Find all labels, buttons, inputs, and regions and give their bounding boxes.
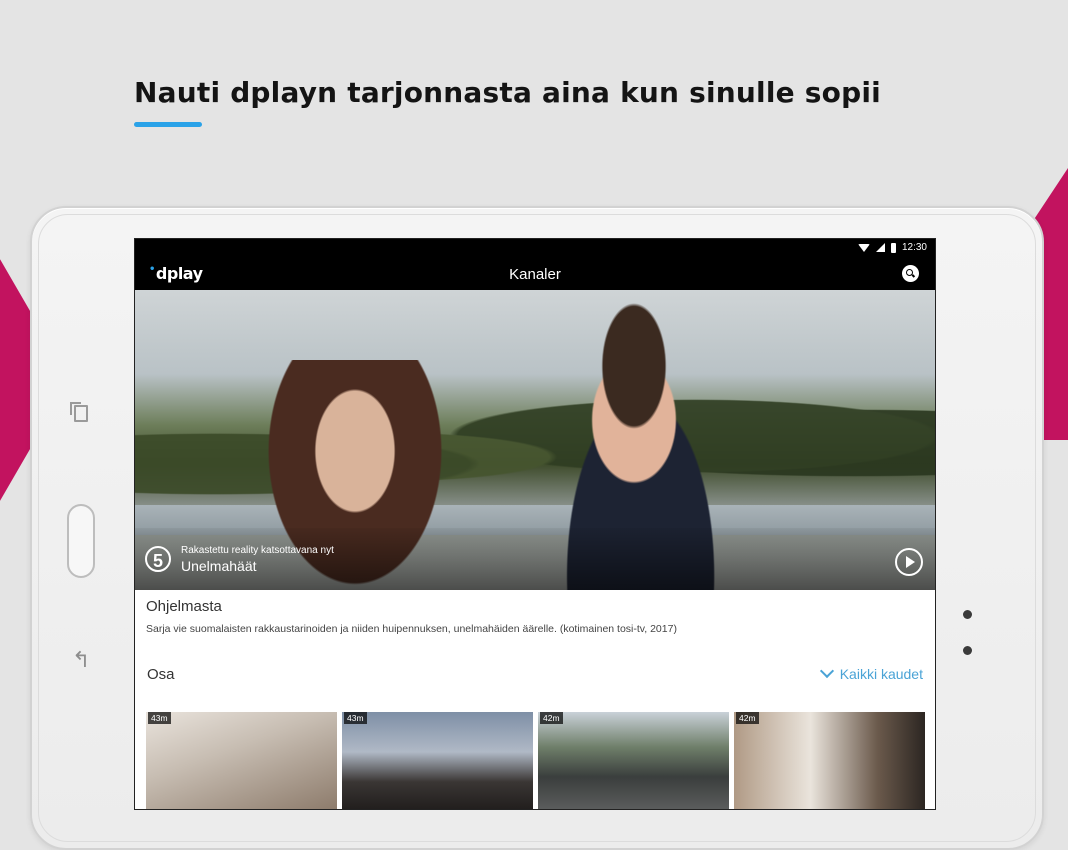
app-bar-title: Kanaler [509,266,561,283]
wifi-icon [857,243,870,252]
recent-apps-icon[interactable] [70,402,88,422]
hero-subtitle: Rakastettu reality katsottavana nyt [181,545,334,556]
promo-headline: Nauti dplayn tarjonnasta aina kun sinull… [134,76,881,109]
episode-duration: 43m [148,712,171,724]
app-screen: 12:30 •dplay Kanaler 5 Rakastettu realit… [134,238,936,810]
episode-thumbnail[interactable]: 42m [538,712,729,809]
home-button[interactable] [67,504,95,578]
status-time: 12:30 [901,242,927,253]
play-icon[interactable] [895,548,923,576]
light-sensor-icon [963,646,972,655]
episode-thumbnail[interactable]: 43m [146,712,337,809]
front-camera-icon [963,610,972,619]
episode-thumbnail[interactable]: 42m [734,712,925,809]
episode-thumbnails: 43m 43m 42m 42m [146,712,925,809]
episodes-heading: Osa [147,666,175,683]
status-bar: 12:30 [135,239,935,257]
headline-underline [134,122,202,127]
search-icon[interactable] [902,265,919,282]
back-icon[interactable]: ↰ [72,648,90,673]
chevron-down-icon [819,663,834,679]
signal-icon [875,243,885,252]
episode-duration: 42m [540,712,563,724]
hero-title: Unelmahäät [181,558,257,574]
battery-icon [890,242,896,253]
episode-duration: 42m [736,712,759,724]
episode-duration: 43m [344,712,367,724]
app-bar: •dplay Kanaler [135,257,935,290]
about-description: Sarja vie suomalaisten rakkaustarinoiden… [146,623,677,635]
all-seasons-label: Kaikki kaudet [839,666,923,682]
all-seasons-button[interactable]: Kaikki kaudet [819,663,923,682]
hero-banner[interactable]: 5 Rakastettu reality katsottavana nyt Un… [135,290,935,590]
about-heading: Ohjelmasta [146,598,222,615]
episode-thumbnail[interactable]: 43m [342,712,533,809]
channel-5-logo: 5 [145,546,171,572]
